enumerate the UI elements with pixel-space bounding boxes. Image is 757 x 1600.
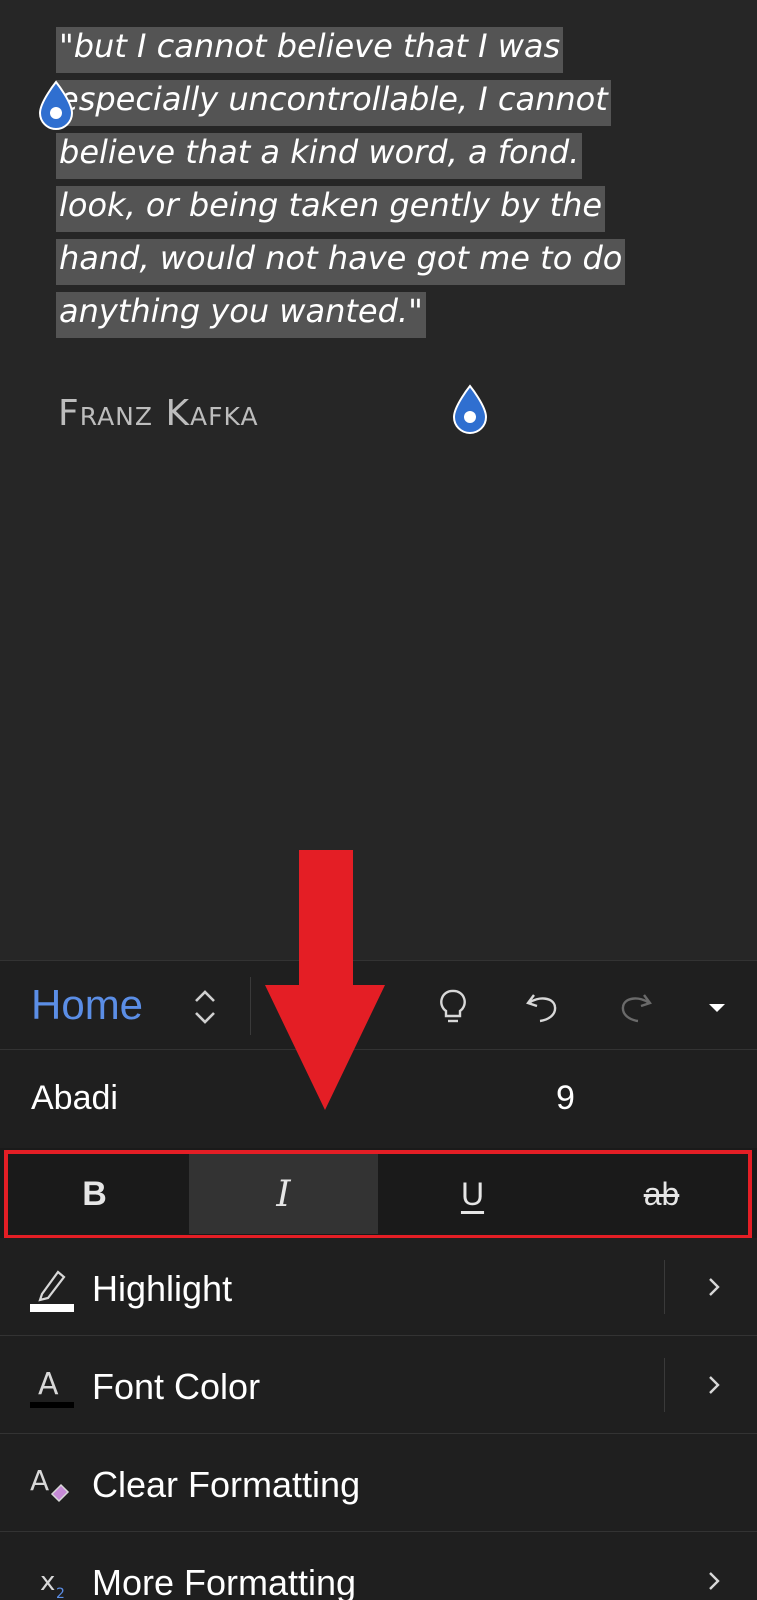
caret-down-icon[interactable] [694,983,740,1029]
svg-text:A: A [38,1367,59,1402]
selected-text: especially uncontrollable, I cannot [56,80,611,126]
svg-text:2: 2 [56,1586,65,1600]
quote-line: especially uncontrollable, I cannot [56,73,696,126]
selected-text: "but I cannot believe that I was [56,27,564,73]
strikethrough-button[interactable]: ab [567,1154,756,1234]
svg-text:A: A [30,1464,49,1497]
subscript-icon: x 2 [40,1567,65,1600]
highlighter-icon [30,1270,74,1312]
bold-button[interactable]: B [0,1154,189,1234]
more-formatting-label: More Formatting [92,1562,357,1600]
highlight-menu-item[interactable]: Highlight [0,1238,757,1336]
selection-start-handle[interactable] [36,80,76,132]
highlight-label: Highlight [92,1268,233,1309]
annotation-arrow-down-icon [265,850,385,1110]
undo-icon[interactable] [520,983,566,1029]
selected-text: look, or being taken gently by the [56,186,606,232]
word-mobile-screen: "but I cannot believe that I was especia… [0,0,757,1600]
quote-line: "but I cannot believe that I was [56,20,696,73]
selected-text: believe that a kind word, a fond. [56,133,583,179]
italic-button[interactable]: I [189,1154,378,1234]
quote-line: anything you wanted." [56,285,696,338]
lightbulb-icon[interactable] [430,983,476,1029]
selected-text: hand, would not have got me to do [56,239,626,285]
selected-text: anything you wanted." [56,292,426,338]
chevron-right-icon[interactable] [700,1370,728,1400]
chevron-up-down-icon[interactable] [190,985,220,1029]
more-formatting-menu-item[interactable]: x 2 More Formatting [0,1532,757,1600]
toolbar-divider [250,977,251,1035]
author-name[interactable]: Franz Kafka [58,393,259,434]
font-color-menu-item[interactable]: A Font Color [0,1336,757,1434]
underline-button[interactable]: U [378,1154,567,1234]
clear-formatting-icon: A [30,1464,70,1503]
quote-line: hand, would not have got me to do [56,232,696,285]
font-color-label: Font Color [92,1366,261,1407]
clear-formatting-menu-item[interactable]: A Clear Formatting [0,1434,757,1532]
chevron-right-icon[interactable] [700,1566,728,1596]
tab-home[interactable]: Home [31,981,143,1029]
font-color-icon: A [30,1367,74,1408]
redo-icon[interactable] [612,983,658,1029]
split-divider [664,1358,665,1412]
selection-end-handle[interactable] [450,384,490,436]
quote-line: look, or being taken gently by the [56,179,696,232]
chevron-right-icon[interactable] [700,1272,728,1302]
font-size-picker[interactable]: 9 [556,1079,575,1118]
quote-line: believe that a kind word, a fond. [56,126,696,179]
font-name-picker[interactable]: Abadi [31,1079,118,1118]
clear-formatting-label: Clear Formatting [92,1464,361,1505]
split-divider [664,1260,665,1314]
quote-text[interactable]: "but I cannot believe that I was especia… [56,20,696,338]
document-canvas[interactable]: "but I cannot believe that I was especia… [0,0,757,960]
svg-text:x: x [40,1567,55,1597]
text-style-row: B I U ab [0,1148,757,1238]
